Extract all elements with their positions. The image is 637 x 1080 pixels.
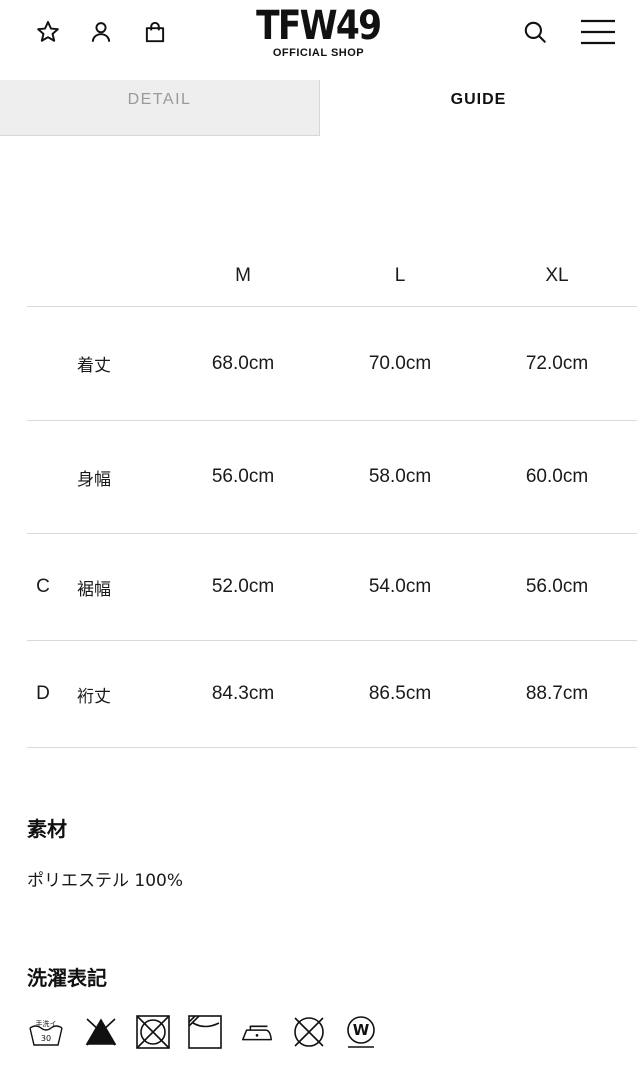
table-cell: 70.0cm xyxy=(368,352,432,374)
table-cell: 58.0cm xyxy=(368,466,432,487)
column-header: XL xyxy=(545,264,569,286)
row-name: 裄丈 xyxy=(77,686,111,707)
cart-button[interactable] xyxy=(137,14,173,50)
column-header: M xyxy=(235,264,251,286)
table-cell: 52.0cm xyxy=(211,576,275,597)
iron-low-icon xyxy=(239,1014,275,1050)
site-header: TFW49 OFFICIAL SHOP xyxy=(0,0,637,80)
table-cell: 68.0cm xyxy=(211,352,275,374)
material-title: 素材 xyxy=(27,817,67,841)
star-icon xyxy=(37,21,59,42)
row-code xyxy=(27,307,59,420)
wash-label: 手洗イ xyxy=(36,1019,57,1028)
tab-bar: DETAIL GUIDE xyxy=(0,80,637,136)
menu-icon xyxy=(581,19,615,45)
table-cell: 88.7cm xyxy=(525,683,589,704)
row-code xyxy=(27,421,59,533)
table-header-row: M L XL xyxy=(27,245,637,307)
account-button[interactable] xyxy=(83,14,119,50)
table-cell: 84.3cm xyxy=(211,683,275,704)
hand-wash-30-icon: 手洗イ 30 xyxy=(27,1014,67,1050)
row-name: 身幅 xyxy=(77,469,111,490)
row-name: 着丈 xyxy=(77,356,111,376)
tab-detail[interactable]: DETAIL xyxy=(0,80,320,136)
table-cell: 56.0cm xyxy=(525,576,589,597)
no-tumble-dry-icon xyxy=(135,1014,171,1050)
table-cell: 72.0cm xyxy=(525,352,589,374)
table-cell: 60.0cm xyxy=(525,466,589,487)
row-name: 裾幅 xyxy=(77,579,111,600)
material-value: ポリエステル 100% xyxy=(27,871,184,891)
no-dry-clean-icon xyxy=(291,1014,327,1050)
menu-button[interactable] xyxy=(578,14,618,50)
table-cell: 86.5cm xyxy=(368,683,432,704)
table-cell: 56.0cm xyxy=(211,466,275,487)
logo-text[interactable]: TFW49 xyxy=(256,4,382,48)
user-icon xyxy=(91,22,111,42)
care-title: 洗濯表記 xyxy=(27,966,107,990)
table-cell: 54.0cm xyxy=(368,576,432,597)
size-table: M L XL 着丈 68.0cm 70.0cm 72.0cm 身幅 56.0cm… xyxy=(27,245,637,748)
favorite-button[interactable] xyxy=(30,14,66,50)
table-row: 身幅 56.0cm 58.0cm 60.0cm xyxy=(27,421,637,534)
tab-guide[interactable]: GUIDE xyxy=(320,80,637,120)
svg-text:W: W xyxy=(353,1021,370,1039)
line-dry-shade-icon xyxy=(187,1014,223,1050)
table-row: 着丈 68.0cm 70.0cm 72.0cm xyxy=(27,307,637,421)
wet-clean-icon: W xyxy=(343,1014,379,1050)
search-button[interactable] xyxy=(517,14,553,50)
row-code: D xyxy=(36,683,50,704)
bag-icon xyxy=(145,21,165,43)
column-header: L xyxy=(394,264,406,286)
search-icon xyxy=(524,21,546,43)
table-row: C 裾幅 52.0cm 54.0cm 56.0cm xyxy=(27,534,637,641)
no-bleach-icon xyxy=(83,1014,119,1050)
row-code: C xyxy=(36,576,50,597)
care-icons: 手洗イ 30 W xyxy=(27,1012,379,1052)
table-row: D 裄丈 84.3cm 86.5cm 88.7cm xyxy=(27,641,637,748)
wash-temp: 30 xyxy=(41,1034,51,1043)
